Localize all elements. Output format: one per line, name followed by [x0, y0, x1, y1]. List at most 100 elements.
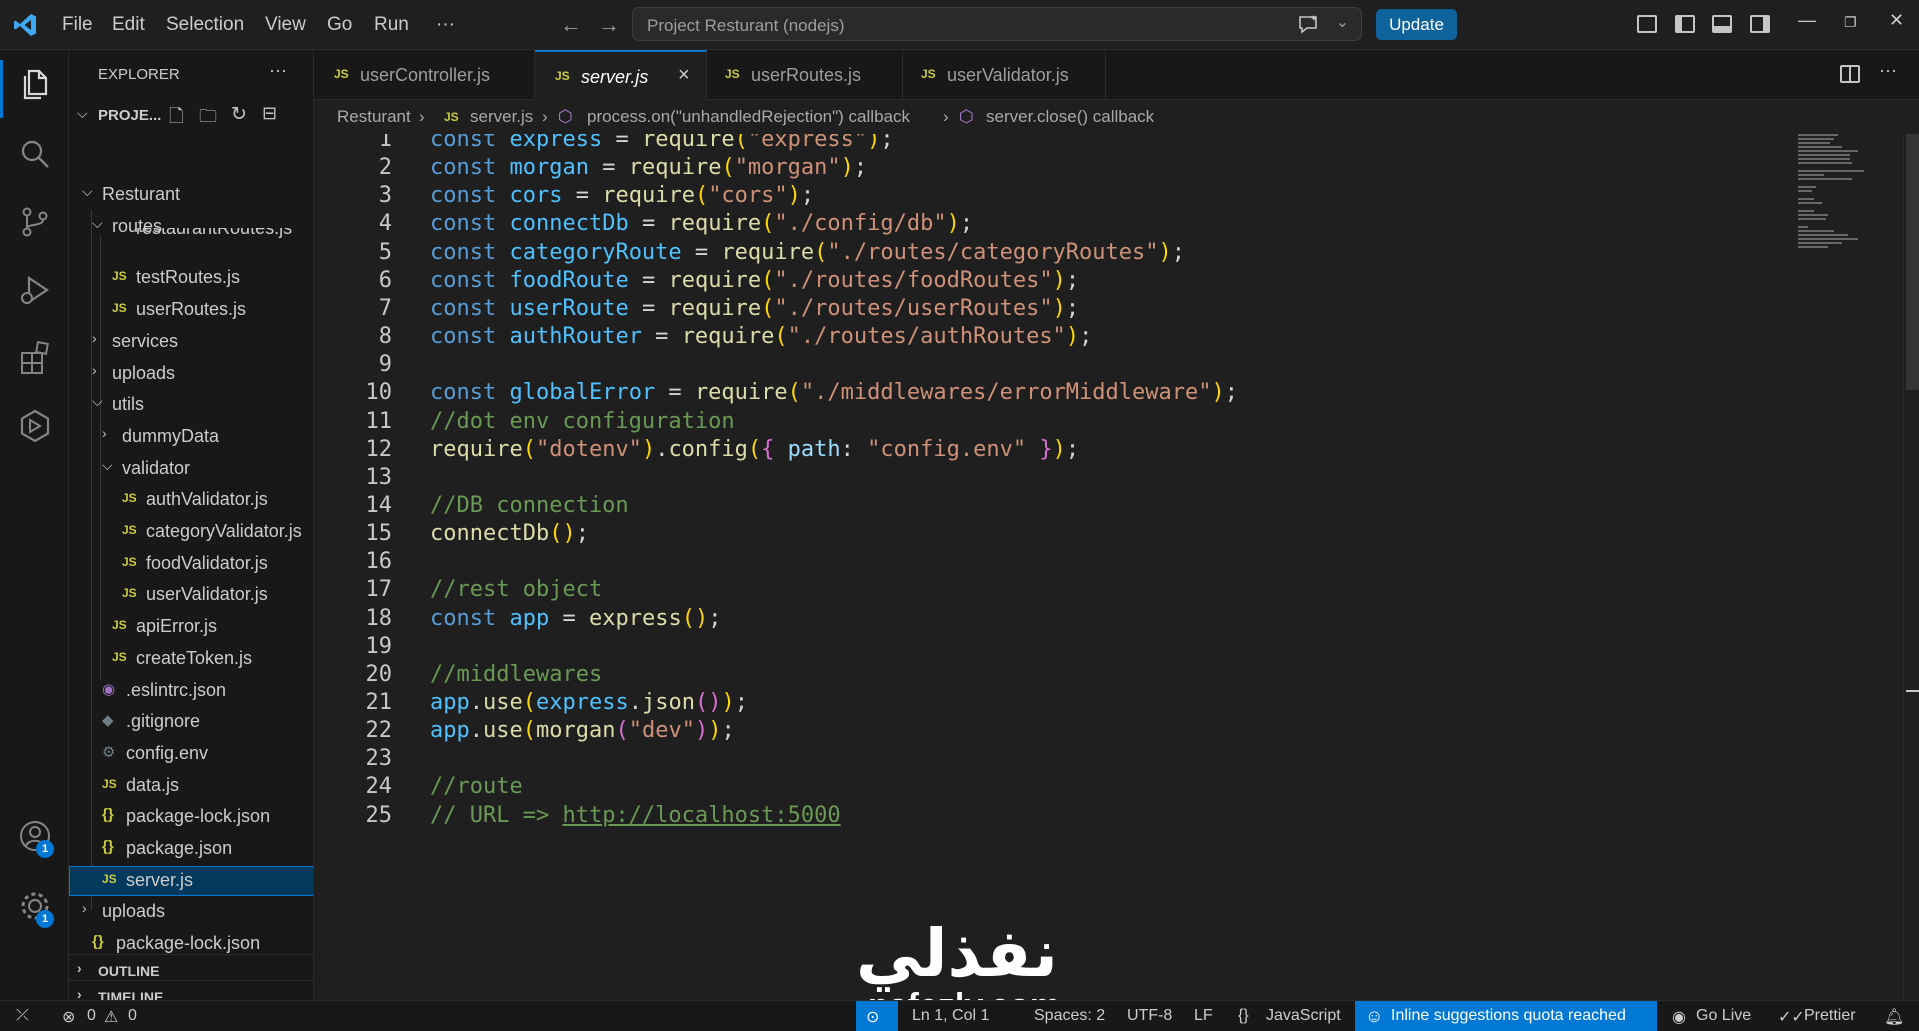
explorer-icon[interactable] — [17, 66, 53, 102]
code-line[interactable]: require("dotenv").config({ path: "config… — [430, 437, 1079, 462]
minimap[interactable] — [1798, 134, 1898, 254]
editor-scrollbar[interactable] — [1903, 134, 1919, 1000]
prettier-button[interactable]: Prettier — [1804, 1007, 1856, 1025]
customize-layout-icon[interactable] — [1637, 15, 1657, 33]
breadcrumb-folder[interactable]: Resturant — [337, 107, 411, 127]
tree-item[interactable]: › dummyData — [69, 422, 313, 452]
search-icon[interactable] — [17, 136, 53, 172]
extensions-icon[interactable] — [17, 340, 53, 376]
toggle-primary-sidebar-icon[interactable] — [1675, 15, 1695, 33]
toggle-secondary-sidebar-icon[interactable] — [1750, 15, 1770, 33]
split-editor-icon[interactable] — [1840, 65, 1860, 83]
collapse-all-icon[interactable]: ⊟ — [262, 103, 277, 124]
scrollbar-thumb[interactable] — [1906, 134, 1919, 390]
code-line[interactable]: //route — [430, 774, 523, 799]
minimize-icon[interactable]: — — [1798, 10, 1816, 31]
menu-run[interactable]: Run — [374, 14, 409, 36]
language-mode[interactable]: JavaScript — [1266, 1007, 1341, 1025]
encoding[interactable]: UTF-8 — [1127, 1007, 1172, 1025]
update-button[interactable]: Update — [1376, 9, 1457, 40]
menu-view[interactable]: View — [265, 14, 306, 36]
new-folder-icon[interactable]: 🗀 — [199, 104, 217, 134]
code-line[interactable]: const foodRoute = require("./routes/food… — [430, 268, 1079, 293]
error-count[interactable]: 0 — [87, 1007, 96, 1025]
explorer-more-button[interactable]: ··· — [269, 60, 287, 81]
code-line[interactable]: connectDb(); — [430, 521, 589, 546]
back-arrow-icon[interactable]: ← — [560, 12, 582, 38]
tree-item[interactable]: › uploads — [69, 897, 313, 927]
tree-item[interactable]: JS foodValidator.js — [69, 549, 313, 579]
tree-item[interactable]: ⌵ Resturant — [69, 180, 313, 210]
end-of-line[interactable]: LF — [1194, 1007, 1213, 1025]
copilot-chat-icon[interactable] — [1297, 14, 1321, 36]
code-line[interactable]: //middlewares — [430, 662, 602, 687]
copilot-status-left[interactable]: ⊙ — [856, 1001, 898, 1031]
tree-item[interactable]: JS categoryValidator.js — [69, 517, 313, 547]
remote-explorer-icon[interactable] — [17, 408, 53, 444]
tree-item[interactable]: › uploads — [69, 359, 313, 389]
tree-item[interactable]: ⌵ validator — [69, 454, 313, 484]
close-tab-icon[interactable]: × — [678, 64, 690, 87]
code-line[interactable]: app.use(morgan("dev")); — [430, 718, 735, 743]
tree-item[interactable]: restaurantRoutes.js — [69, 228, 313, 242]
indentation[interactable]: Spaces: 2 — [1034, 1007, 1105, 1025]
toggle-panel-icon[interactable] — [1712, 15, 1732, 33]
more-actions-icon[interactable]: ··· — [1879, 60, 1897, 81]
close-window-icon[interactable]: ✕ — [1889, 10, 1904, 31]
project-header[interactable]: ⌵ PROJE... 🗋 🗀 ↻ ⊟ — [69, 103, 313, 129]
code-line[interactable]: //rest object — [430, 577, 602, 602]
tab-usercontroller[interactable]: JS userController.js — [314, 50, 535, 100]
code-line[interactable]: // URL => http://localhost:5000 — [430, 803, 841, 828]
code-line[interactable]: const userRoute = require("./routes/user… — [430, 296, 1079, 321]
tree-item[interactable]: {} package-lock.json — [69, 802, 313, 832]
tree-item[interactable]: JS data.js — [69, 771, 313, 801]
tree-item[interactable]: ◉ .eslintrc.json — [69, 676, 313, 706]
chevron-down-icon[interactable]: ⌄ — [1336, 12, 1349, 32]
code-line[interactable]: //dot env configuration — [430, 409, 735, 434]
warning-count[interactable]: 0 — [128, 1007, 137, 1025]
breadcrumb-callback-2[interactable]: server.close() callback — [986, 107, 1154, 127]
remote-indicator-icon[interactable]: ⤫ — [16, 1007, 29, 1025]
tree-item[interactable]: ⌵ utils — [69, 390, 313, 420]
tree-item[interactable]: JS userRoutes.js — [69, 295, 313, 325]
code-line[interactable]: const globalError = require("./middlewar… — [430, 380, 1238, 405]
tree-item[interactable]: ⚙ config.env — [69, 739, 313, 769]
breadcrumb-callback-1[interactable]: process.on("unhandledRejection") callbac… — [587, 107, 910, 127]
tree-item[interactable]: {} package.json — [69, 834, 313, 864]
source-control-icon[interactable] — [17, 204, 53, 240]
timeline-section[interactable]: › TIMELINE — [69, 980, 313, 1000]
menu-go[interactable]: Go — [327, 14, 352, 36]
warning-icon[interactable]: ⚠ — [104, 1007, 118, 1027]
code-line[interactable]: const cors = require("cors"); — [430, 183, 814, 208]
new-file-icon[interactable]: 🗋 — [169, 104, 183, 134]
refresh-icon[interactable]: ↻ — [231, 103, 247, 126]
code-line[interactable]: const categoryRoute = require("./routes/… — [430, 240, 1185, 265]
code-editor[interactable]: 1 const express = require("express"); 2 con… — [314, 134, 1919, 1000]
code-line[interactable]: const app = express(); — [430, 606, 721, 631]
tab-uservalidator[interactable]: JS userValidator.js — [903, 50, 1106, 100]
tab-server[interactable]: JS server.js × — [535, 50, 707, 101]
tree-item[interactable]: JS authValidator.js — [69, 485, 313, 515]
run-debug-icon[interactable] — [17, 272, 53, 308]
code-line[interactable]: const authRouter = require("./routes/aut… — [430, 324, 1092, 349]
code-line[interactable]: app.use(express.json()); — [430, 690, 748, 715]
menu-edit[interactable]: Edit — [112, 14, 145, 36]
restore-icon[interactable]: ❐ — [1844, 14, 1857, 31]
tree-item[interactable]: JS server.js — [69, 866, 313, 896]
menu-selection[interactable]: Selection — [166, 14, 244, 36]
command-center-search[interactable]: Project Resturant (nodejs) ⌄ — [632, 7, 1362, 41]
tree-item[interactable]: JS createToken.js — [69, 644, 313, 674]
tree-item[interactable]: JS testRoutes.js — [69, 263, 313, 293]
error-icon[interactable]: ⊗ — [62, 1007, 75, 1027]
tree-item[interactable]: ◆ .gitignore — [69, 707, 313, 737]
code-line[interactable]: const express = require("express"); — [430, 134, 894, 152]
menu-more[interactable]: ··· — [436, 14, 455, 36]
tree-item[interactable]: JS apiError.js — [69, 612, 313, 642]
code-line[interactable]: const morgan = require("morgan"); — [430, 155, 867, 180]
breadcrumb-file[interactable]: server.js — [470, 107, 533, 127]
go-live-button[interactable]: Go Live — [1696, 1007, 1751, 1025]
code-line[interactable]: //DB connection — [430, 493, 629, 518]
menu-file[interactable]: File — [62, 14, 93, 36]
code-line[interactable]: const connectDb = require("./config/db")… — [430, 211, 973, 236]
cursor-position[interactable]: Ln 1, Col 1 — [912, 1007, 989, 1025]
